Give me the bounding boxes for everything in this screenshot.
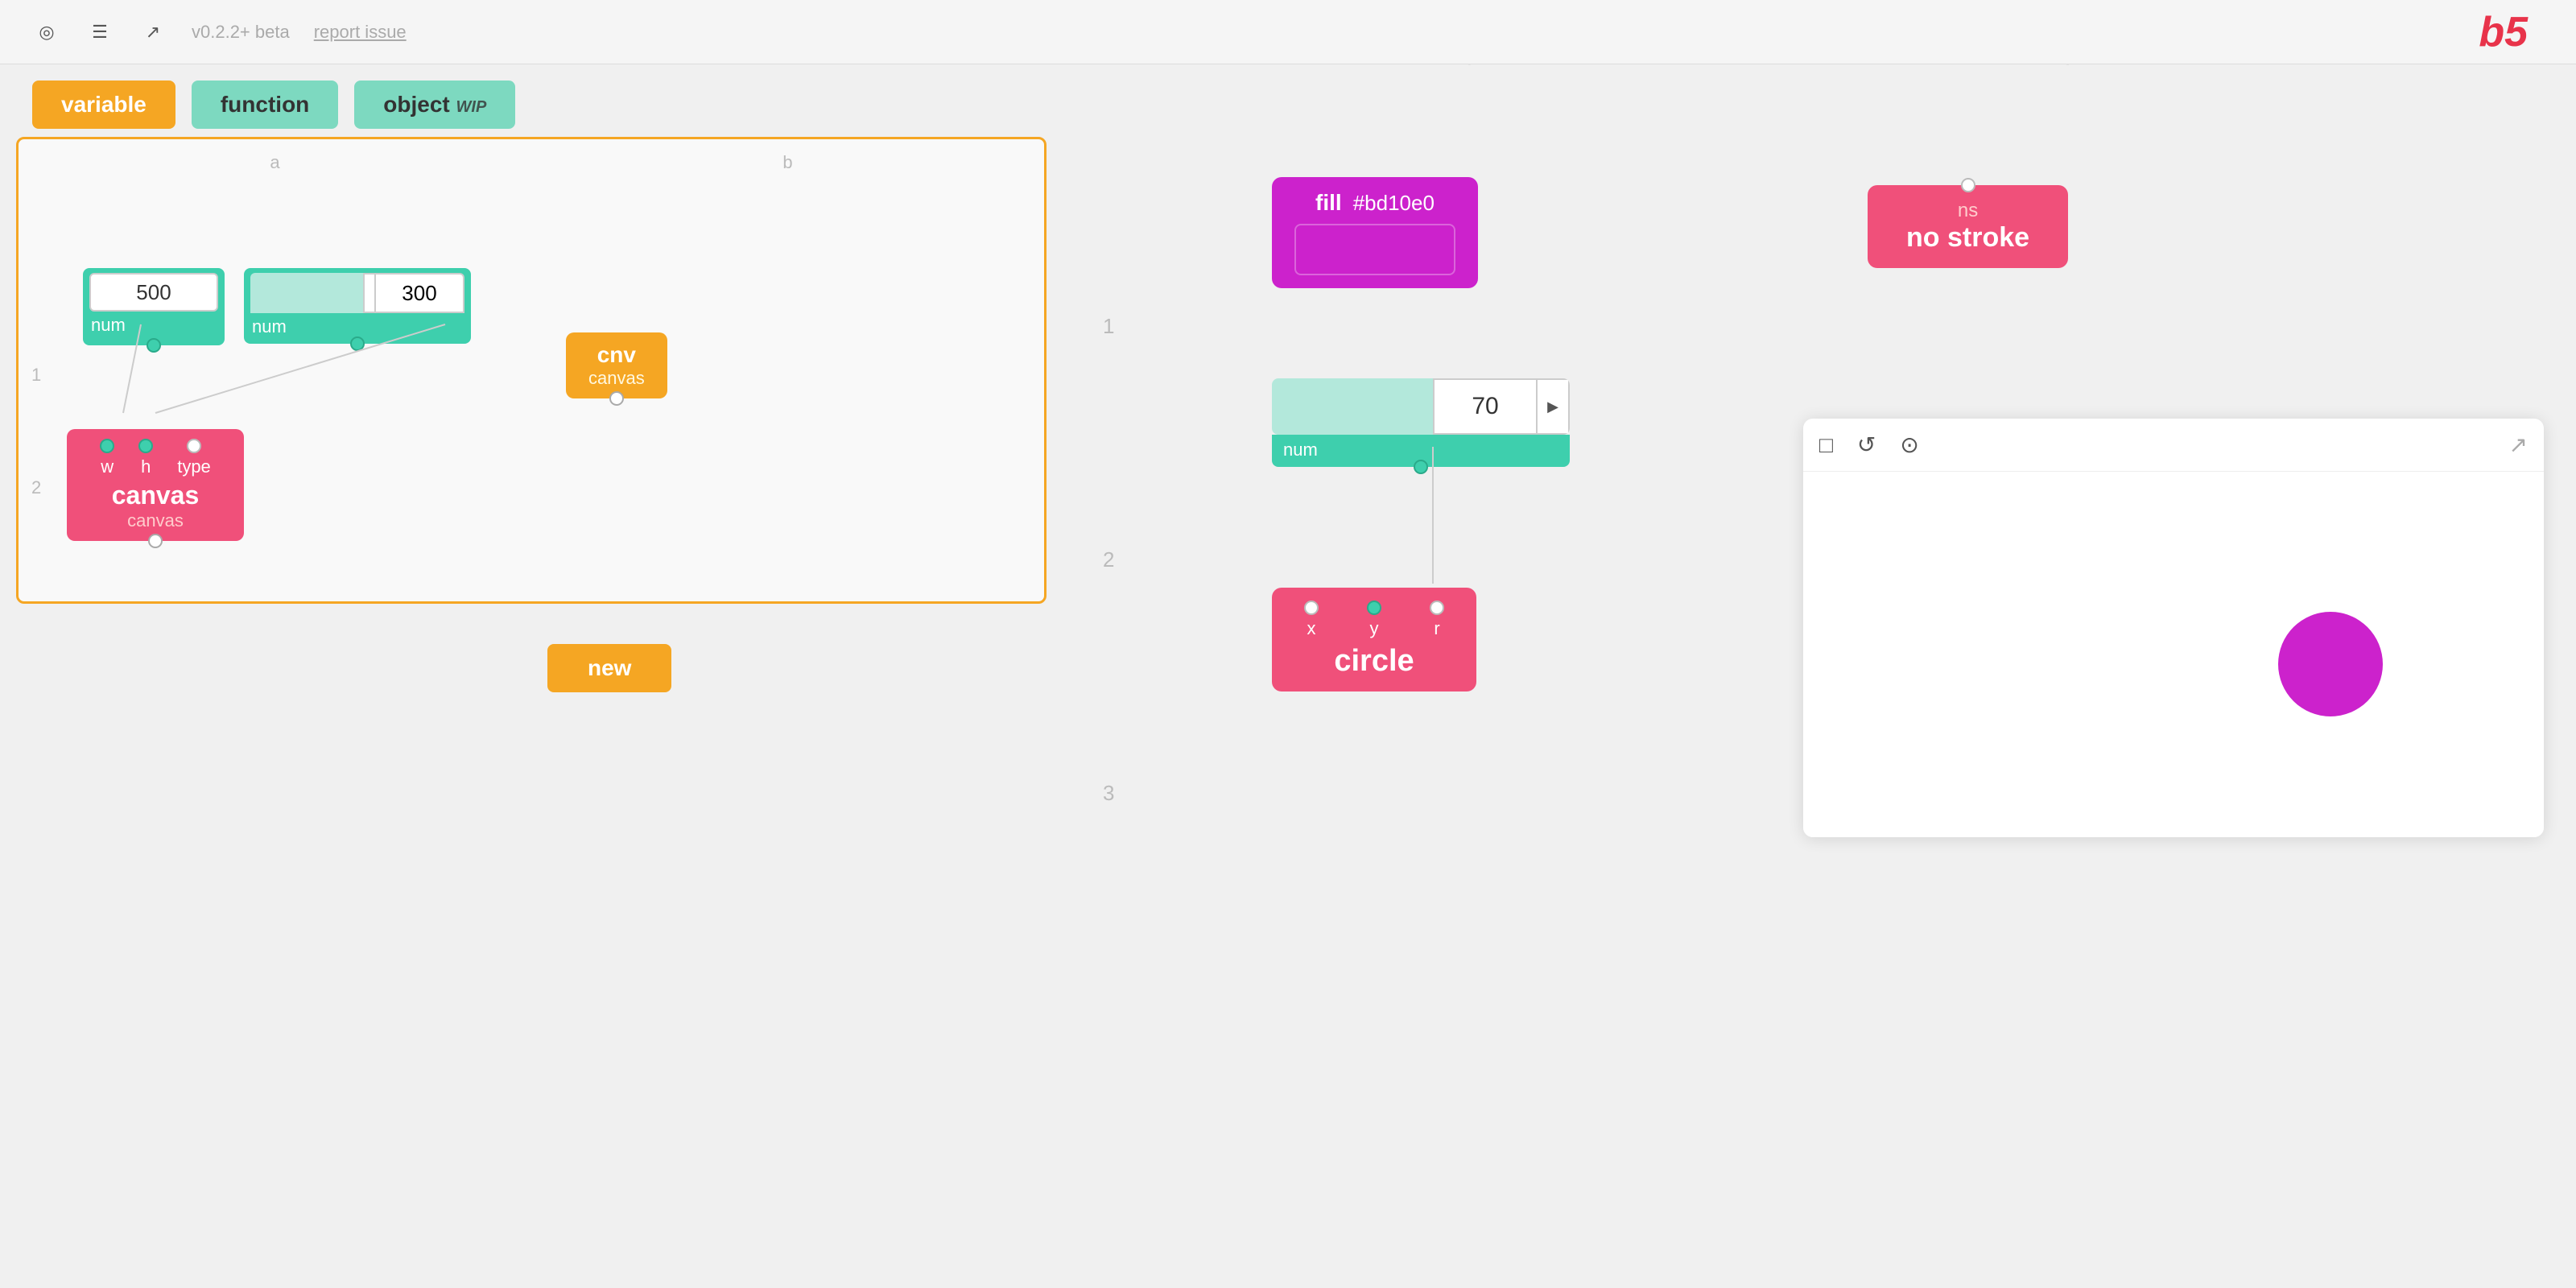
preview-expand-icon[interactable]: ↗	[2509, 431, 2528, 458]
circle-r-port[interactable]	[1430, 601, 1444, 615]
num-500-node: num	[83, 268, 225, 345]
canvas-type-label: type	[177, 456, 211, 477]
topbar: ◎ ☰ ↗ v0.2.2+ beta report issue b5	[0, 0, 2576, 64]
right-row-1-label: 1	[1103, 314, 1114, 339]
panel-row-2-label: 2	[31, 477, 41, 498]
nostroke-abbr: ns	[1958, 200, 1978, 222]
canvas-output[interactable]	[148, 534, 163, 548]
list-icon[interactable]: ☰	[85, 18, 114, 47]
function-button[interactable]: function	[192, 80, 338, 129]
fill-node: fill #bd10e0	[1272, 177, 1478, 288]
preview-refresh-icon[interactable]: ↺	[1857, 431, 1876, 458]
num-70-output[interactable]	[1414, 460, 1428, 474]
circle-node: x y r circle	[1272, 588, 1476, 691]
nostroke-title: no stroke	[1906, 222, 2029, 254]
canvas-type-port[interactable]	[187, 439, 201, 453]
circle-y-port[interactable]	[1367, 601, 1381, 615]
panel-col-a-label: a	[270, 152, 279, 173]
right-area: a b 1 2 3 fill #bd10e0 ns no stroke ▶ nu…	[1079, 0, 2576, 1288]
num-300-node: num	[244, 268, 471, 344]
export-icon[interactable]: ↗	[138, 18, 167, 47]
object-button[interactable]: object WIP	[354, 80, 515, 129]
target-icon[interactable]: ◎	[32, 18, 61, 47]
preview-panel: □ ↺ ⊙ ↗	[1803, 419, 2544, 837]
canvas-w-label: w	[101, 456, 114, 477]
cnv-output[interactable]	[609, 391, 624, 406]
circle-y-label: y	[1370, 618, 1379, 639]
panel-row-1-label: 1	[31, 365, 41, 386]
object-label: object	[383, 92, 449, 117]
preview-circle	[2278, 612, 2383, 716]
cnv-title: cnv	[597, 342, 636, 368]
circle-title: circle	[1334, 644, 1414, 679]
circle-x-port[interactable]	[1304, 601, 1319, 615]
num-500-label: num	[83, 312, 225, 339]
canvas-w-port[interactable]	[100, 439, 114, 453]
wip-label: WIP	[456, 98, 487, 116]
fill-color-preview	[1294, 224, 1455, 275]
num-70-label: num	[1283, 440, 1318, 460]
canvas-title: canvas	[112, 481, 200, 510]
app-logo: b5	[2479, 8, 2528, 56]
num-500-output[interactable]	[147, 338, 161, 353]
report-issue-link[interactable]: report issue	[314, 22, 407, 43]
canvas-h-port[interactable]	[138, 439, 153, 453]
num-500-input[interactable]	[89, 273, 218, 312]
function-panel: a b 1 2 num num w h	[16, 137, 1046, 604]
right-row-2-label: 2	[1103, 547, 1114, 572]
num-300-output[interactable]	[350, 336, 365, 351]
num-300-input[interactable]	[376, 273, 464, 313]
cnv-node: cnv canvas	[566, 332, 667, 398]
preview-camera-icon[interactable]: ⊙	[1900, 431, 1918, 458]
preview-toolbar: □ ↺ ⊙ ↗	[1803, 419, 2544, 472]
version-label: v0.2.2+ beta	[192, 22, 290, 43]
toolbar: variable function object WIP	[32, 80, 515, 129]
num-70-arrow[interactable]: ▶	[1538, 378, 1570, 435]
fill-keyword: fill	[1315, 190, 1342, 216]
right-row-3-label: 3	[1103, 781, 1114, 806]
num-70-input[interactable]	[1433, 378, 1538, 435]
new-button[interactable]: new	[547, 644, 671, 692]
preview-square-icon[interactable]: □	[1819, 432, 1833, 458]
panel-col-b-label: b	[782, 152, 792, 173]
num-70-node: ▶ num	[1272, 378, 1570, 467]
nostroke-node: ns no stroke	[1868, 185, 2068, 268]
variable-button[interactable]: variable	[32, 80, 175, 129]
preview-canvas	[1803, 483, 2544, 837]
circle-x-label: x	[1307, 618, 1316, 639]
canvas-h-label: h	[141, 456, 151, 477]
nostroke-top-port[interactable]	[1961, 178, 1975, 192]
canvas-subtitle: canvas	[127, 510, 184, 531]
num-300-label: num	[252, 316, 287, 336]
fill-value: #bd10e0	[1353, 191, 1435, 216]
canvas-node: w h type canvas canvas	[67, 429, 244, 541]
circle-r-label: r	[1434, 618, 1439, 639]
cnv-subtitle: canvas	[588, 368, 645, 389]
